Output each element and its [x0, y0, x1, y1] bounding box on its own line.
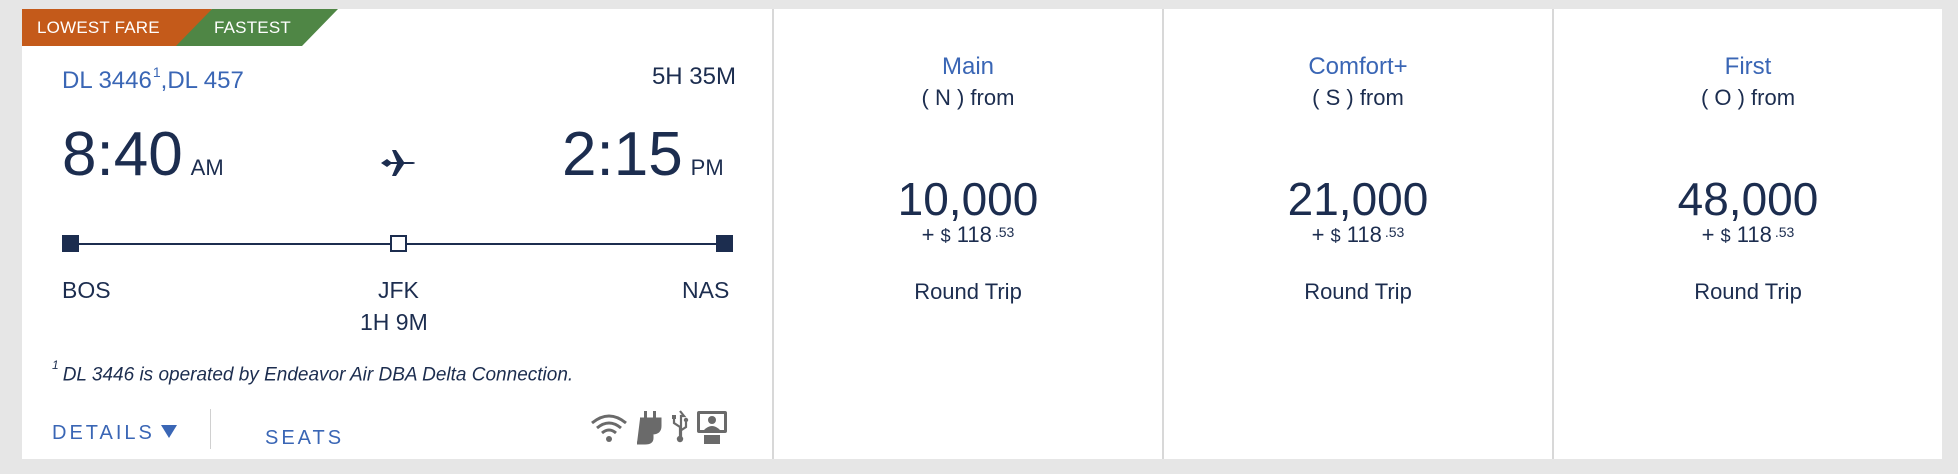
action-divider [210, 409, 211, 449]
wifi-icon [591, 414, 627, 442]
total-duration: 5H 35M [651, 63, 736, 90]
operator-footnote: 1 DL 3446 is operated by Endeavor Air DBA… [52, 358, 574, 386]
flight-result-card: LOWEST FARE FASTEST DL 34461,DL 457 5H 3… [22, 9, 1942, 459]
origin-airport: BOS [62, 277, 111, 303]
airplane-icon [381, 150, 415, 176]
flight-number-2[interactable]: ,DL 457 [161, 67, 244, 94]
tax-cents: .53 [994, 224, 1015, 240]
amenity-icons [589, 409, 729, 445]
footnote-marker-ref: 1 [52, 358, 59, 372]
flight-number-1[interactable]: DL 3446 [62, 67, 152, 94]
cabin-name[interactable]: Comfort+ [1164, 53, 1552, 81]
miles-price[interactable]: 10,000 [774, 172, 1162, 226]
miles-price[interactable]: 21,000 [1164, 172, 1552, 226]
trip-type: Round Trip [1304, 279, 1412, 304]
currency-symbol: $ [940, 226, 951, 246]
power-plug-icon [637, 411, 662, 445]
destination-airport: NAS [682, 277, 730, 303]
layover-duration: 1H 9M [360, 309, 428, 335]
tax-cents: .53 [1774, 224, 1795, 240]
personal-video-icon [697, 411, 727, 444]
fare-option-first[interactable]: First ( O ) from 48,000 + $ 118.53 Round… [1552, 9, 1942, 459]
cabin-name[interactable]: Main [774, 53, 1162, 81]
miles-price[interactable]: 48,000 [1554, 172, 1942, 226]
fare-badges: LOWEST FARE FASTEST [22, 9, 338, 46]
tax-dollars: 118 [956, 222, 992, 247]
fare-class: ( O ) from [1700, 85, 1796, 110]
layover-marker [390, 235, 407, 252]
plus-sign: + [1311, 222, 1325, 247]
destination-marker [716, 235, 733, 252]
footnote-marker: 1 [152, 64, 161, 80]
footnote-text: DL 3446 is operated by Endeavor Air DBA … [62, 364, 574, 386]
caret-down-icon [160, 425, 177, 439]
plus-sign: + [1701, 222, 1715, 247]
layover-airport: JFK [378, 277, 419, 303]
details-label: DETAILS [52, 422, 155, 444]
lowest-fare-badge-label: LOWEST FARE [37, 18, 160, 37]
taxes-fees: + $ 118.53 [774, 222, 1162, 248]
taxes-fees: + $ 118.53 [1554, 222, 1942, 248]
currency-symbol: $ [1330, 226, 1341, 246]
tax-dollars: 118 [1736, 222, 1772, 247]
fare-option-main[interactable]: Main ( N ) from 10,000 + $ 118.53 Round … [772, 9, 1162, 459]
taxes-fees: + $ 118.53 [1164, 222, 1552, 248]
fare-option-comfort-plus[interactable]: Comfort+ ( S ) from 21,000 + $ 118.53 Ro… [1162, 9, 1552, 459]
departure-ampm: AM [190, 155, 224, 180]
usb-icon [672, 410, 689, 443]
departure-time-value: 8:40 [62, 120, 183, 189]
arrival-ampm: PM [690, 155, 724, 180]
fastest-badge-label: FASTEST [214, 18, 291, 37]
tax-dollars: 118 [1346, 222, 1382, 247]
trip-type: Round Trip [1694, 279, 1802, 304]
flight-numbers[interactable]: DL 34461,DL 457 [62, 64, 244, 95]
plus-sign: + [921, 222, 935, 247]
details-button[interactable]: DETAILS [52, 422, 177, 445]
fare-class: ( S ) from [1312, 85, 1404, 110]
departure-time: 8:40 AM [62, 119, 224, 190]
arrival-time-value: 2:15 [562, 120, 683, 189]
trip-type: Round Trip [914, 279, 1022, 304]
flight-summary-panel: LOWEST FARE FASTEST DL 34461,DL 457 5H 3… [22, 9, 772, 459]
tax-cents: .53 [1384, 224, 1405, 240]
cabin-name[interactable]: First [1554, 53, 1942, 81]
origin-marker [62, 235, 79, 252]
currency-symbol: $ [1720, 226, 1731, 246]
seats-button[interactable]: SEATS [265, 427, 344, 450]
fare-class: ( N ) from [921, 85, 1015, 110]
arrival-time: 2:15 PM [562, 119, 724, 190]
